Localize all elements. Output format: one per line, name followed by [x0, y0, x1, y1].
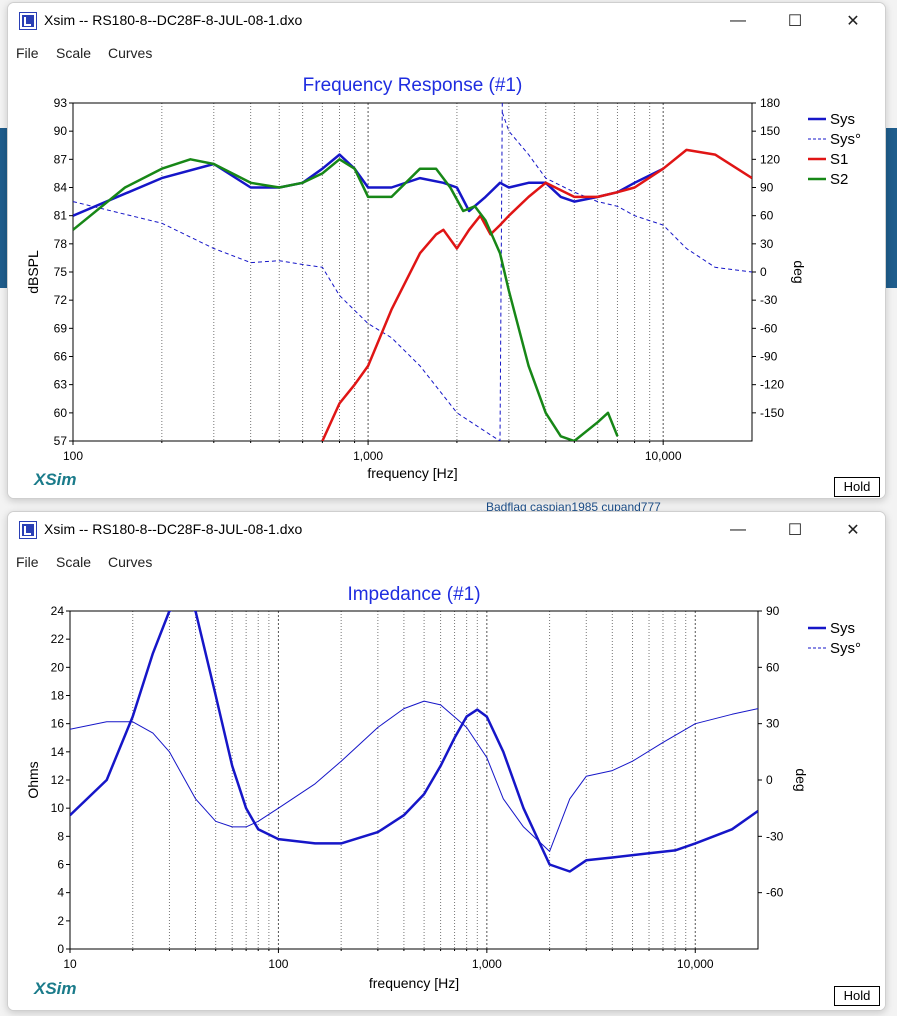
x-tick-label: 100 — [63, 449, 83, 463]
y-axis-label: dBSPL — [25, 250, 41, 294]
y2-tick-label: 0 — [760, 265, 767, 279]
x-tick-label: 10,000 — [645, 449, 682, 463]
y2-tick-label: 0 — [766, 773, 773, 787]
legend-label: Sys — [830, 620, 855, 637]
series-line-s1 — [321, 148, 752, 441]
y-tick-label: 66 — [54, 350, 68, 364]
y-tick-label: 22 — [51, 632, 65, 646]
legend-label: Sys° — [830, 640, 861, 657]
y2-tick-label: 180 — [760, 96, 780, 110]
xsim-logo: XSim — [34, 979, 77, 998]
y-tick-label: 0 — [57, 942, 64, 956]
y-tick-label: 6 — [57, 858, 64, 872]
chart-title: Impedance (#1) — [347, 584, 480, 605]
y2-tick-label: -90 — [760, 350, 778, 364]
y-tick-label: 75 — [54, 265, 68, 279]
chart-title: Frequency Response (#1) — [303, 75, 523, 96]
series-line-s2 — [73, 158, 619, 441]
impedance-chart[interactable]: Impedance (#1)024681012141618202224-60-3… — [8, 512, 885, 1010]
y2-tick-label: -150 — [760, 406, 784, 420]
y-tick-label: 8 — [57, 829, 64, 843]
y-tick-label: 4 — [57, 886, 64, 900]
y2-axis-label: deg — [793, 768, 809, 791]
y2-tick-label: 60 — [766, 660, 780, 674]
y-tick-label: 12 — [51, 773, 65, 787]
x-tick-label: 100 — [268, 957, 288, 971]
y-tick-label: 2 — [57, 914, 64, 928]
y-tick-label: 90 — [54, 124, 68, 138]
y2-tick-label: 150 — [760, 124, 780, 138]
x-axis-label: frequency [Hz] — [367, 465, 457, 481]
y-tick-label: 93 — [54, 96, 68, 110]
frequency-response-chart[interactable]: Frequency Response (#1) 57 60 63 66 69 72 75 78 8… — [8, 3, 885, 498]
y-tick-label: 20 — [51, 660, 65, 674]
legend-label: S1 — [830, 151, 848, 168]
y2-tick-label: -30 — [766, 829, 784, 843]
y2-tick-label: 30 — [766, 717, 780, 731]
plot-frame — [69, 610, 759, 950]
y2-axis-label: deg — [791, 260, 807, 283]
x-axis-label: frequency [Hz] — [369, 975, 459, 991]
y2-tick-label: 90 — [760, 181, 774, 195]
y2-tick-label: -120 — [760, 378, 784, 392]
y-tick-label: 69 — [54, 321, 68, 335]
y2-tick-label: -60 — [766, 886, 784, 900]
y-tick-label: 16 — [51, 717, 65, 731]
y-tick-label: 63 — [54, 378, 68, 392]
xsim-window-frequency-response[interactable]: Xsim -- RS180-8--DC28F-8-JUL-08-1.dxo — … — [7, 2, 886, 499]
y-axis-label: Ohms — [25, 761, 41, 798]
y-tick-label: 72 — [54, 293, 68, 307]
x-tick-label: 10,000 — [677, 957, 714, 971]
xsim-window-impedance[interactable]: Xsim -- RS180-8--DC28F-8-JUL-08-1.dxo — … — [7, 511, 886, 1011]
y-tick-label: 14 — [51, 745, 65, 759]
x-tick-label: 10 — [63, 957, 77, 971]
y2-tick-label: 60 — [760, 209, 774, 223]
y2-tick-label: -30 — [760, 293, 778, 307]
legend-label: Sys — [830, 111, 855, 128]
legend-label: Sys° — [830, 131, 861, 148]
y-tick-label: 81 — [54, 209, 68, 223]
y2-tick-label: 90 — [766, 604, 780, 618]
series-line-sys-phase — [70, 700, 758, 852]
hold-button[interactable]: Hold — [834, 477, 880, 497]
y-tick-label: 18 — [51, 689, 65, 703]
y-tick-label: 78 — [54, 237, 68, 251]
y2-tick-label: -60 — [760, 321, 778, 335]
y-tick-label: 87 — [54, 152, 68, 166]
y2-tick-label: 120 — [760, 152, 780, 166]
series-line-sys — [70, 611, 758, 873]
x-tick-label: 1,000 — [472, 957, 502, 971]
hold-button[interactable]: Hold — [834, 986, 880, 1006]
x-tick-label: 1,000 — [353, 449, 383, 463]
y-tick-label: 24 — [51, 604, 65, 618]
y-tick-label: 84 — [54, 181, 68, 195]
y-tick-label: 57 — [54, 434, 68, 448]
y-tick-label: 60 — [54, 406, 68, 420]
y-tick-label: 10 — [51, 801, 65, 815]
y2-tick-label: 30 — [760, 237, 774, 251]
xsim-logo: XSim — [34, 470, 77, 489]
legend-label: S2 — [830, 171, 848, 188]
